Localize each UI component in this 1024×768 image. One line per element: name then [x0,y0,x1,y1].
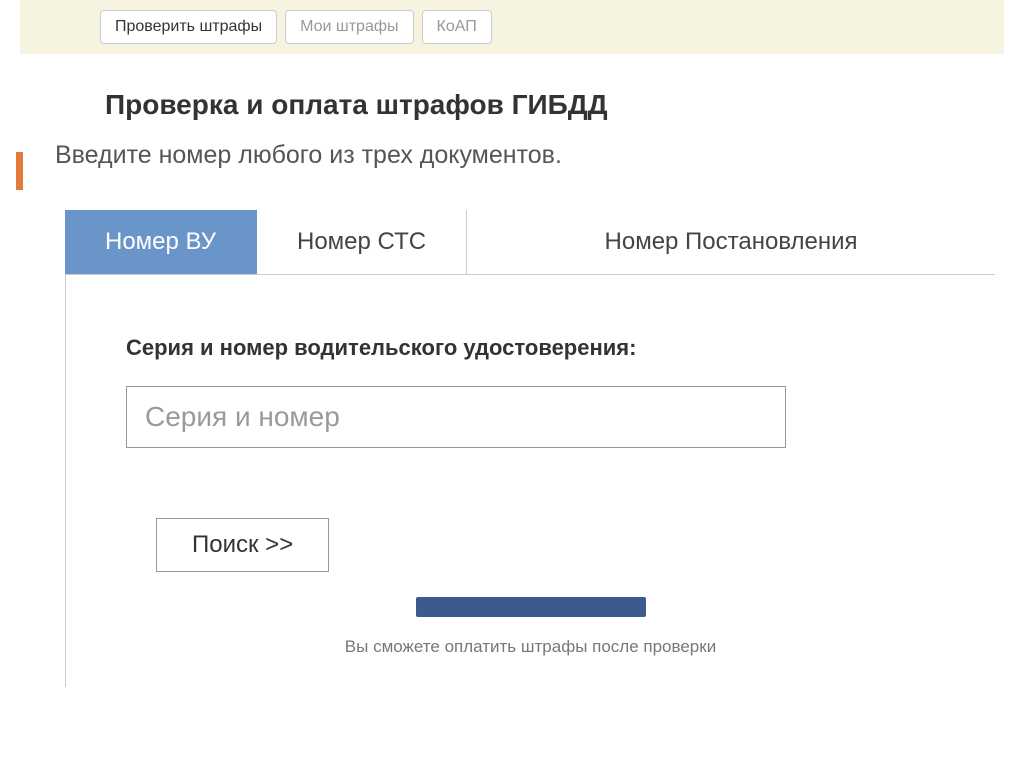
progress-bar [416,597,646,617]
nav-my-fines[interactable]: Мои штрафы [285,10,413,44]
nav-koap[interactable]: КоАП [422,10,492,44]
field-label: Серия и номер водительского удостоверени… [126,335,935,361]
tabs-container: Номер ВУ Номер СТС Номер Постановления С… [65,210,995,687]
tab-resolution-number[interactable]: Номер Постановления [467,210,995,274]
tab-content: Серия и номер водительского удостоверени… [65,275,995,687]
tab-license-number[interactable]: Номер ВУ [65,210,257,274]
page-title: Проверка и оплата штрафов ГИБДД [105,89,1024,121]
tab-sts-number[interactable]: Номер СТС [257,210,467,274]
search-button[interactable]: Поиск >> [156,518,329,572]
left-accent-marker [16,152,23,190]
license-input[interactable] [126,386,786,448]
page-subtitle: Введите номер любого из трех документов. [55,141,1024,170]
footer-note: Вы сможете оплатить штрафы после проверк… [126,637,935,657]
tabs-row: Номер ВУ Номер СТС Номер Постановления [65,210,995,275]
nav-check-fines[interactable]: Проверить штрафы [100,10,277,44]
top-navigation: Проверить штрафы Мои штрафы КоАП [20,0,1004,54]
